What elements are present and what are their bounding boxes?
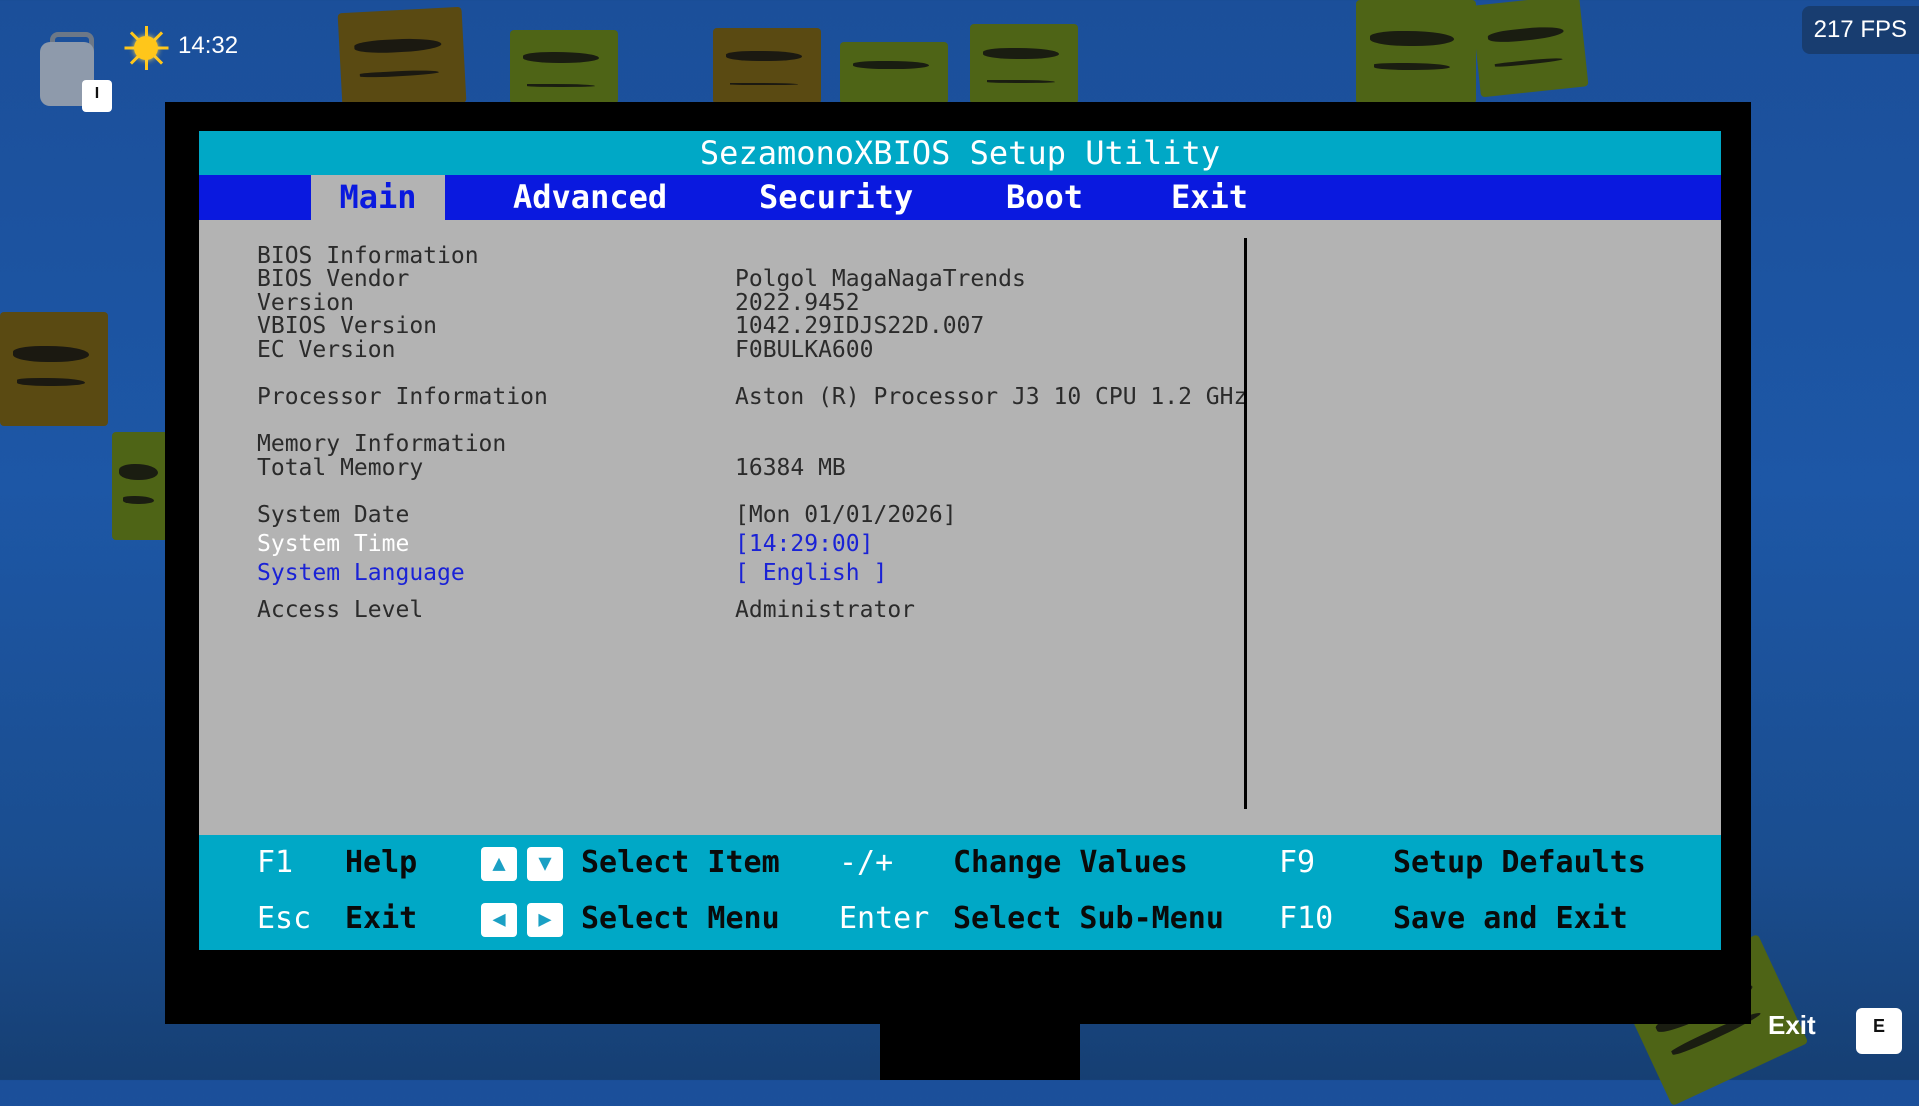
total-memory-label: Total Memory — [257, 455, 424, 481]
sun-icon — [124, 26, 169, 70]
vbios-version-label: VBIOS Version — [257, 313, 438, 339]
bios-title: SezamonoXBIOS Setup Utility — [199, 131, 1721, 175]
backpack-icon[interactable]: I — [40, 32, 112, 112]
arrow-up-icon: ▲ — [481, 847, 517, 881]
tab-exit[interactable]: Exit — [1153, 175, 1266, 220]
bios-vendor-value: Polgol MagaNagaTrends — [735, 266, 1026, 292]
system-language-value[interactable]: [ English ] — [735, 560, 887, 586]
leaf-decoration — [970, 24, 1078, 104]
exit-key-hint[interactable]: E — [1856, 1008, 1902, 1054]
select-submenu-description: Select Sub-Menu — [953, 901, 1224, 936]
game-clock: 14:32 — [178, 32, 239, 59]
vbios-version-value: 1042.29IDJS22D.007 — [735, 313, 985, 339]
f10-key: F10 — [1279, 901, 1334, 936]
memory-info-heading: Memory Information — [257, 431, 507, 457]
system-language-label[interactable]: System Language — [257, 560, 465, 586]
exit-prompt-label[interactable]: Exit — [1768, 1010, 1816, 1041]
leaf-decoration — [337, 6, 467, 110]
system-time-value[interactable]: [14:29:00] — [735, 531, 873, 557]
esc-key: Esc — [257, 901, 312, 936]
save-exit-description: Save and Exit — [1393, 901, 1628, 936]
select-menu-description: Select Menu — [581, 901, 780, 936]
system-time-label[interactable]: System Time — [257, 531, 409, 557]
processor-info-value: Aston (R) Processor J3 10 CPU 1.2 GHz — [735, 384, 1248, 410]
access-level-label: Access Level — [257, 597, 424, 623]
processor-info-label: Processor Information — [257, 384, 548, 410]
plusminus-key: -/+ — [839, 845, 894, 880]
total-memory-value: 16384 MB — [735, 455, 846, 481]
fps-counter: 217 FPS — [1801, 6, 1919, 54]
tab-advanced[interactable]: Advanced — [495, 175, 685, 220]
panel-divider — [1244, 238, 1247, 809]
ec-version-value: F0BULKA600 — [735, 337, 874, 363]
monitor-stand — [880, 1020, 1080, 1080]
setup-defaults-description: Setup Defaults — [1393, 845, 1646, 880]
change-values-description: Change Values — [953, 845, 1188, 880]
tab-main[interactable]: Main — [311, 175, 445, 220]
bios-menu-bar: Main Advanced Security Boot Exit — [199, 175, 1721, 220]
tab-security[interactable]: Security — [741, 175, 931, 220]
system-date-value[interactable]: [Mon 01/01/2026] — [735, 502, 957, 528]
bios-screen: SezamonoXBIOS Setup Utility Main Advance… — [199, 131, 1721, 950]
f1-key: F1 — [257, 845, 294, 880]
access-level-value: Administrator — [735, 597, 916, 623]
select-item-description: Select Item — [581, 845, 780, 880]
leaf-decoration — [713, 28, 821, 104]
f9-key: F9 — [1279, 845, 1316, 880]
ec-version-label: EC Version — [257, 337, 396, 363]
leaf-decoration — [112, 432, 168, 540]
leaf-decoration — [1471, 0, 1589, 98]
arrow-left-icon: ◀ — [481, 903, 517, 937]
bios-main-panel: BIOS Information BIOS Vendor Polgol Maga… — [199, 220, 1721, 835]
leaf-decoration — [1356, 0, 1476, 104]
f1-description: Help — [345, 845, 418, 880]
leaf-decoration — [840, 42, 948, 104]
leaf-decoration — [0, 312, 108, 426]
esc-description: Exit — [345, 901, 418, 936]
bios-help-footer: F1 Help Esc Exit ▲ ▼ Select Item ◀ ▶ Sel… — [199, 835, 1721, 950]
leaf-decoration — [510, 30, 618, 104]
enter-key: Enter — [839, 901, 930, 936]
system-date-label[interactable]: System Date — [257, 502, 409, 528]
inventory-key-hint: I — [82, 80, 112, 112]
arrow-right-icon: ▶ — [527, 903, 563, 937]
bios-vendor-label: BIOS Vendor — [257, 266, 410, 292]
tab-boot[interactable]: Boot — [988, 175, 1101, 220]
arrow-down-icon: ▼ — [527, 847, 563, 881]
